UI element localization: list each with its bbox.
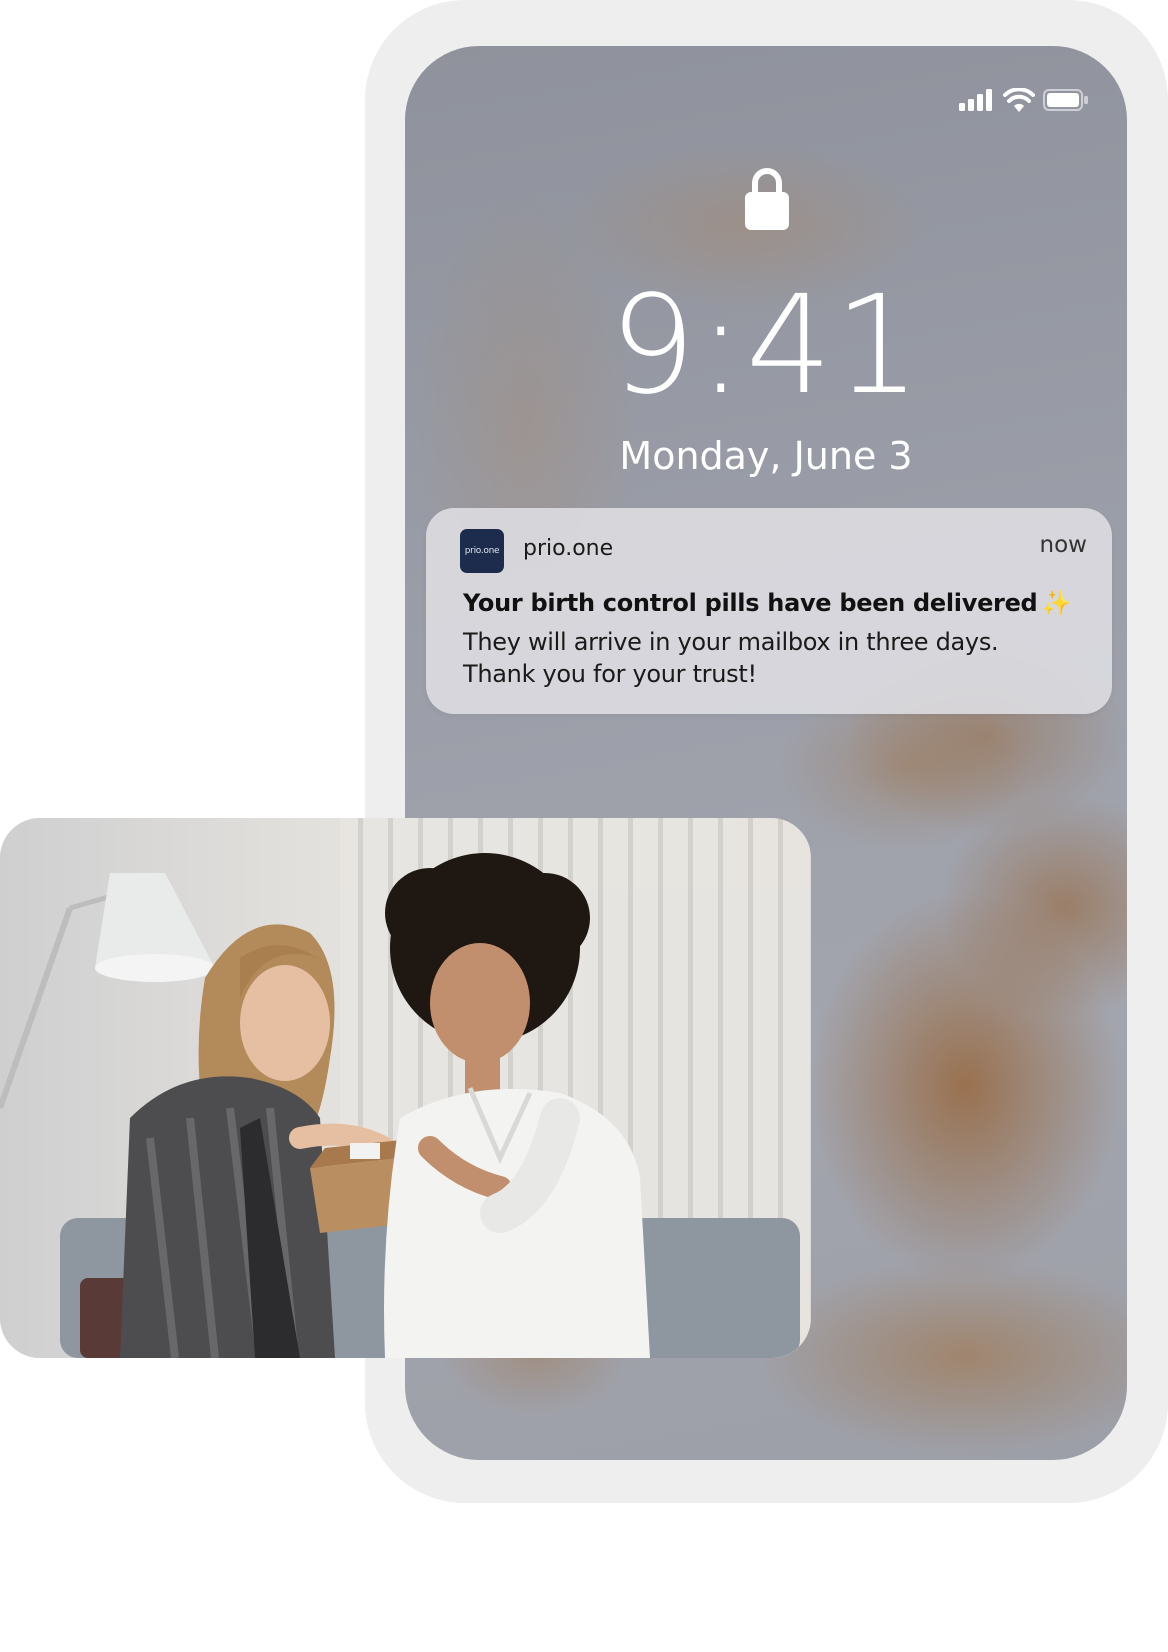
- clock-date: Monday, June 3: [619, 434, 913, 478]
- sparkles-icon: ✨: [1041, 589, 1072, 617]
- photo-two-women-opening-package: [0, 818, 811, 1358]
- app-icon: prio.one: [460, 529, 504, 573]
- notification-title: Your birth control pills have been deliv…: [463, 589, 1071, 617]
- notification-title-text: Your birth control pills have been deliv…: [463, 589, 1038, 617]
- notification-card[interactable]: prio.one prio.one now Your birth control…: [426, 508, 1112, 714]
- status-bar: [959, 88, 1089, 112]
- lock-icon: [745, 168, 789, 230]
- notification-body-line: Thank you for your trust!: [463, 660, 757, 688]
- clock-time: 9:41: [609, 267, 923, 425]
- notification-body-line: They will arrive in your mailbox in thre…: [463, 628, 999, 656]
- wifi-icon: [1003, 88, 1035, 112]
- notification-app-name: prio.one: [523, 536, 614, 561]
- battery-icon: [1043, 89, 1088, 111]
- signal-icon: [959, 89, 992, 111]
- notification-body: They will arrive in your mailbox in thre…: [463, 626, 1083, 690]
- notification-timestamp: now: [1039, 532, 1087, 558]
